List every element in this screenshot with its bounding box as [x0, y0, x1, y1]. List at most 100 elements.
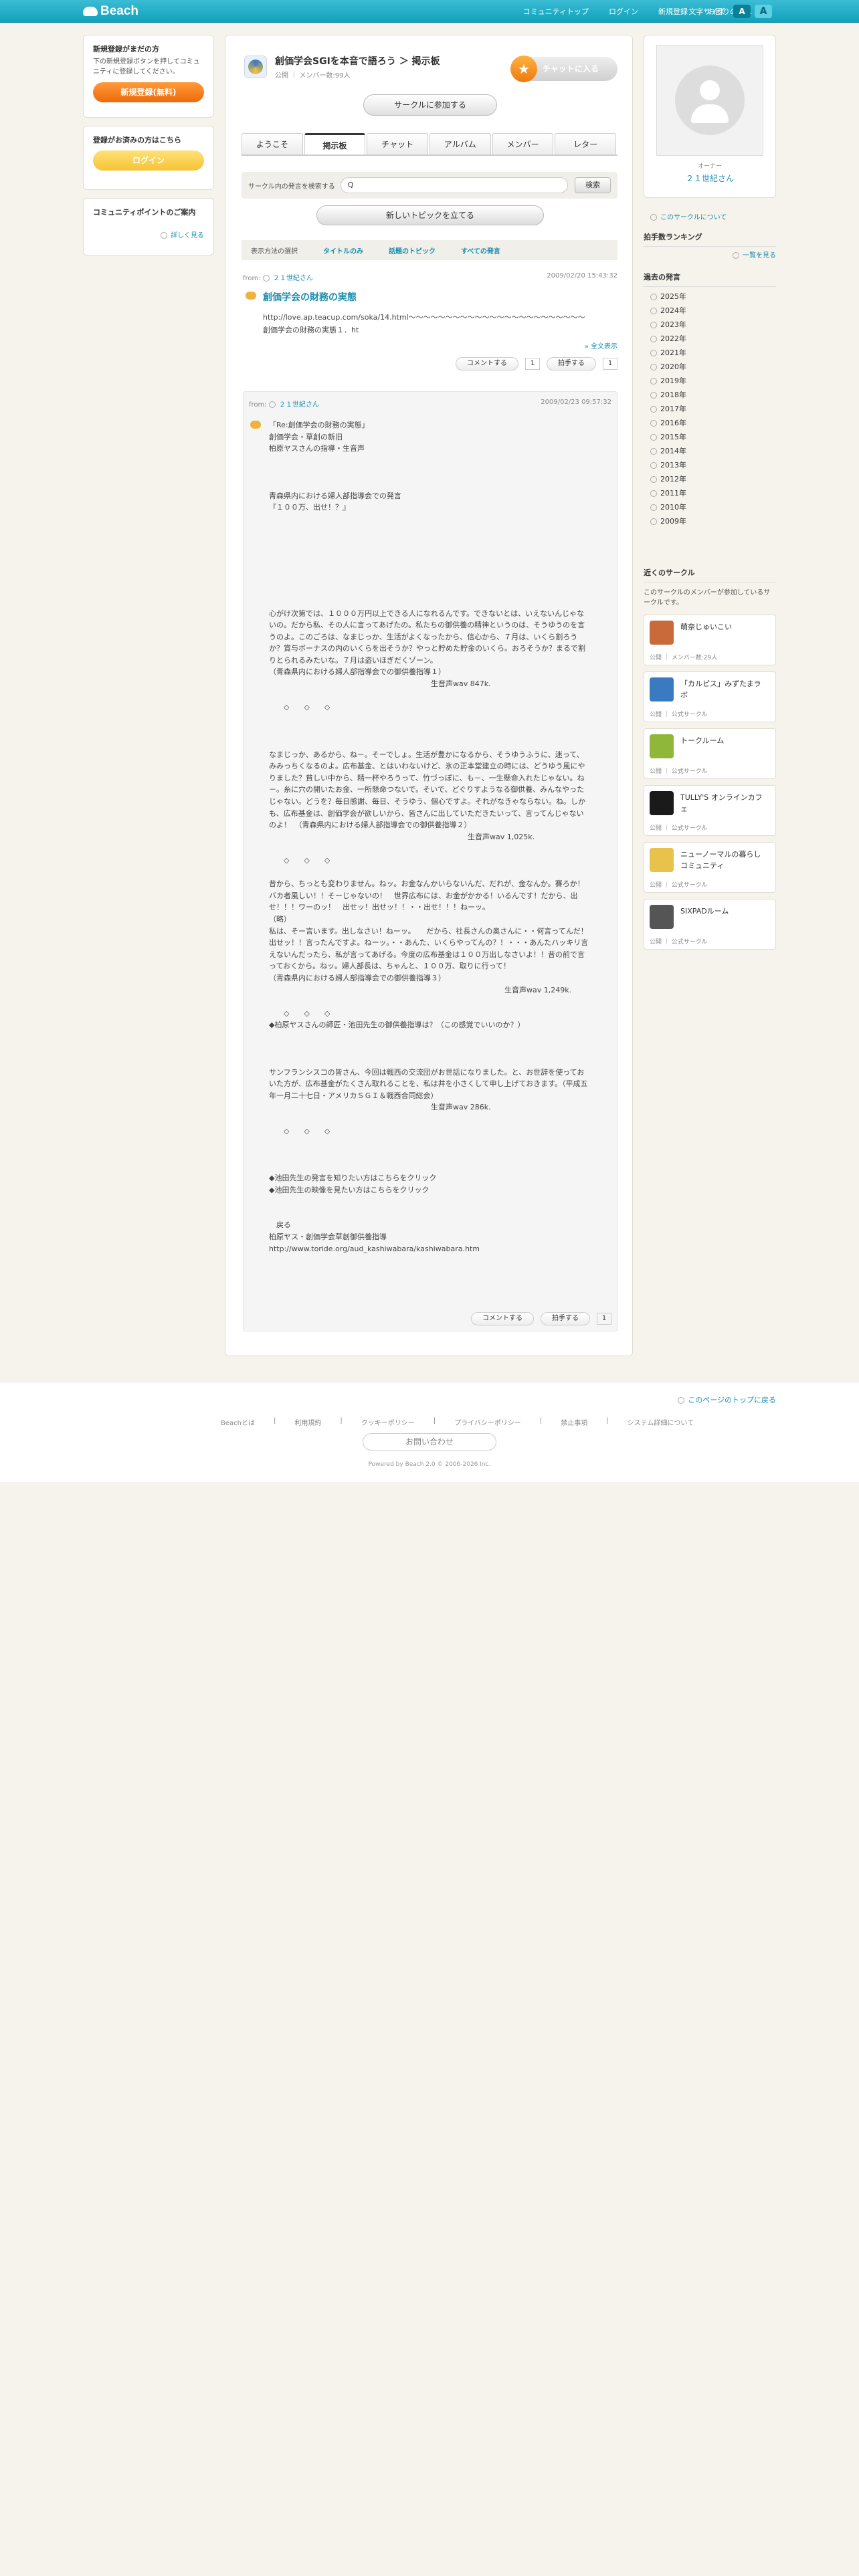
near-circle-card[interactable]: トークルーム 公開 ｜ 公式サークル [644, 728, 776, 779]
ranking-more-link[interactable]: 一覧を見る [644, 249, 776, 259]
nav-login[interactable]: ログイン [609, 6, 638, 17]
circle-icon [650, 677, 674, 702]
arrow-circle-icon [733, 252, 739, 259]
top-bar: Beach コミュニティトップ ログイン 新規登録 お困りの方へ 文字サイズ A… [0, 0, 859, 23]
arrow-circle-icon [650, 214, 657, 221]
filter-all-posts[interactable]: すべての発言 [461, 245, 500, 255]
circle-icon [650, 848, 674, 872]
year-link[interactable]: 2021年 [644, 346, 776, 360]
owner-name[interactable]: ２１世紀さん [656, 173, 763, 184]
footer-link[interactable]: プライバシーポリシー [454, 1417, 521, 1427]
font-size-large-button[interactable]: A [755, 5, 772, 18]
footer-link[interactable]: 禁止事項 [561, 1417, 587, 1427]
near-circle-card[interactable]: TULLY'S オンラインカフェ 公開 ｜ 公式サークル [644, 785, 776, 836]
copyright: Powered by Beach 2.0 © 2006-2026 Inc. [368, 1461, 491, 1468]
year-link[interactable]: 2023年 [644, 318, 776, 332]
login-title: 登録がお済みの方はこちら [93, 136, 181, 144]
star-icon: ★ [510, 56, 537, 82]
login-button[interactable]: ログイン [93, 150, 204, 171]
main-panel: 創価学会SGIを本音で語ろう ＞ 掲示板 公開 ｜ メンバー数:99人 ★ チャッ… [225, 35, 633, 1356]
filter-title-only[interactable]: タイトルのみ [323, 245, 363, 255]
near-circle-card[interactable]: 「カルピス」みずたまラボ 公開 ｜ 公式サークル [644, 671, 776, 722]
arrow-circle-icon [650, 476, 657, 483]
search-button[interactable]: 検索 [575, 177, 611, 193]
year-link[interactable]: 2013年 [644, 458, 776, 472]
page-top-link[interactable]: このページのトップに戻る [678, 1394, 776, 1405]
show-full-text-link[interactable]: » 全文表示 [243, 340, 617, 350]
topic-title[interactable]: 創価学会の財務の実態 [243, 290, 617, 304]
points-more-link[interactable]: 詳しく見る [93, 229, 204, 239]
search-label: サークル内の発言を検索する [248, 183, 335, 191]
nav-community-top[interactable]: コミュニティトップ [523, 6, 589, 17]
tab-chat[interactable]: チャット [367, 133, 429, 154]
year-link[interactable]: 2009年 [644, 514, 776, 528]
nav-signup[interactable]: 新規登録 [658, 6, 688, 17]
font-size-small-button[interactable]: A [733, 5, 751, 18]
register-box: 新規登録がまだの方 下の新規登録ボタンを押してコミュニティに登録してください。 … [83, 35, 214, 118]
year-list: 2025年 2024年 2023年 2022年 2021年 2020年 2019年 2018年… [644, 290, 776, 528]
topic-comment-button[interactable]: コメントする [456, 357, 518, 371]
year-link[interactable]: 2024年 [644, 304, 776, 318]
footer: このページのトップに戻る Beachとは | 利用規約 | クッキーポリシー | プラ… [0, 1382, 859, 1482]
footer-link[interactable]: 利用規約 [294, 1417, 321, 1427]
topic-author[interactable]: ２１世紀さん [273, 275, 313, 282]
year-link[interactable]: 2012年 [644, 472, 776, 486]
year-link[interactable]: 2022年 [644, 332, 776, 346]
tab-letter[interactable]: レター [555, 133, 617, 154]
topic-actions: コメントする 1 拍手する 1 [243, 357, 617, 371]
near-circle-name[interactable]: 「カルピス」みずたまラボ [680, 679, 766, 701]
footer-link[interactable]: クッキーポリシー [361, 1417, 415, 1427]
ranking-title: 拍手数ランキング [644, 231, 776, 247]
year-link[interactable]: 2015年 [644, 430, 776, 444]
arrow-circle-icon [650, 336, 657, 342]
register-button[interactable]: 新規登録(無料) [93, 82, 204, 102]
arrow-circle-icon [678, 1397, 685, 1404]
year-link[interactable]: 2018年 [644, 388, 776, 402]
tab-album[interactable]: アルバム [430, 133, 491, 154]
search-bar: サークル内の発言を検索する Q 検索 [242, 172, 617, 199]
near-desc: このサークルのメンバーが参加しているサークルです。 [644, 589, 771, 607]
new-topic-button[interactable]: 新しいトピックを立てる [316, 205, 544, 225]
topic-praise-button[interactable]: 拍手する [547, 357, 596, 371]
near-circle-name[interactable]: 萌奈じゅいこい [680, 622, 766, 633]
year-link[interactable]: 2016年 [644, 416, 776, 430]
near-circle-name[interactable]: トークルーム [680, 736, 766, 747]
search-input[interactable]: Q [340, 177, 568, 193]
tab-board[interactable]: 掲示板 [304, 133, 366, 154]
reply-praise-button[interactable]: 拍手する [541, 1312, 590, 1325]
year-link[interactable]: 2014年 [644, 444, 776, 458]
near-circle-card[interactable]: ニューノーマルの暮らし コミュニティ 公開 ｜ 公式サークル [644, 842, 776, 893]
footer-link[interactable]: システム詳細について [628, 1417, 694, 1427]
contact-button[interactable]: お問い合わせ [363, 1433, 496, 1451]
year-link[interactable]: 2011年 [644, 486, 776, 500]
year-link[interactable]: 2019年 [644, 374, 776, 388]
tab-members[interactable]: メンバー [492, 133, 554, 154]
circle-meta: 公開 ｜ メンバー数:99人 [275, 72, 351, 80]
near-circle-name[interactable]: ニューノーマルの暮らし コミュニティ [680, 849, 766, 871]
reply-author[interactable]: ２１世紀さん [279, 401, 319, 409]
tab-welcome[interactable]: ようこそ [242, 133, 303, 154]
past-posts-section: 過去の発言 2025年 2024年 2023年 2022年 2021年 2020年 2019… [644, 272, 776, 528]
arrow-circle-icon [650, 294, 657, 300]
near-circle-name[interactable]: SIXPADルーム [680, 906, 766, 918]
year-link[interactable]: 2025年 [644, 290, 776, 304]
near-circle-meta: 公開 ｜ メンバー数:29人 [650, 655, 718, 661]
year-link[interactable]: 2010年 [644, 500, 776, 514]
arrow-circle-icon [650, 448, 657, 455]
near-circle-meta: 公開 ｜ 公式サークル [650, 939, 708, 946]
about-circle-link[interactable]: このサークルについて [650, 211, 727, 221]
year-link[interactable]: 2017年 [644, 402, 776, 416]
enter-chat-button[interactable]: ★ チャットに入る [510, 56, 617, 82]
near-circle-card[interactable]: SIXPADルーム公開 ｜ 公式サークル [644, 899, 776, 950]
join-circle-button[interactable]: サークルに参加する [363, 94, 497, 116]
year-link[interactable]: 2020年 [644, 360, 776, 374]
user-icon [268, 401, 276, 408]
footer-link[interactable]: Beachとは [221, 1417, 255, 1427]
topic-comment-count: 1 [525, 358, 540, 370]
page-title: 創価学会SGIを本音で語ろう ＞ 掲示板 [275, 56, 440, 67]
near-circle-name[interactable]: TULLY'S オンラインカフェ [680, 792, 766, 815]
beach-logo[interactable]: Beach [83, 4, 138, 19]
filter-hot-topics[interactable]: 話題のトピック [389, 245, 436, 255]
near-circle-card[interactable]: 萌奈じゅいこい公開 ｜ メンバー数:29人 [644, 615, 776, 665]
reply-comment-button[interactable]: コメントする [471, 1312, 534, 1325]
